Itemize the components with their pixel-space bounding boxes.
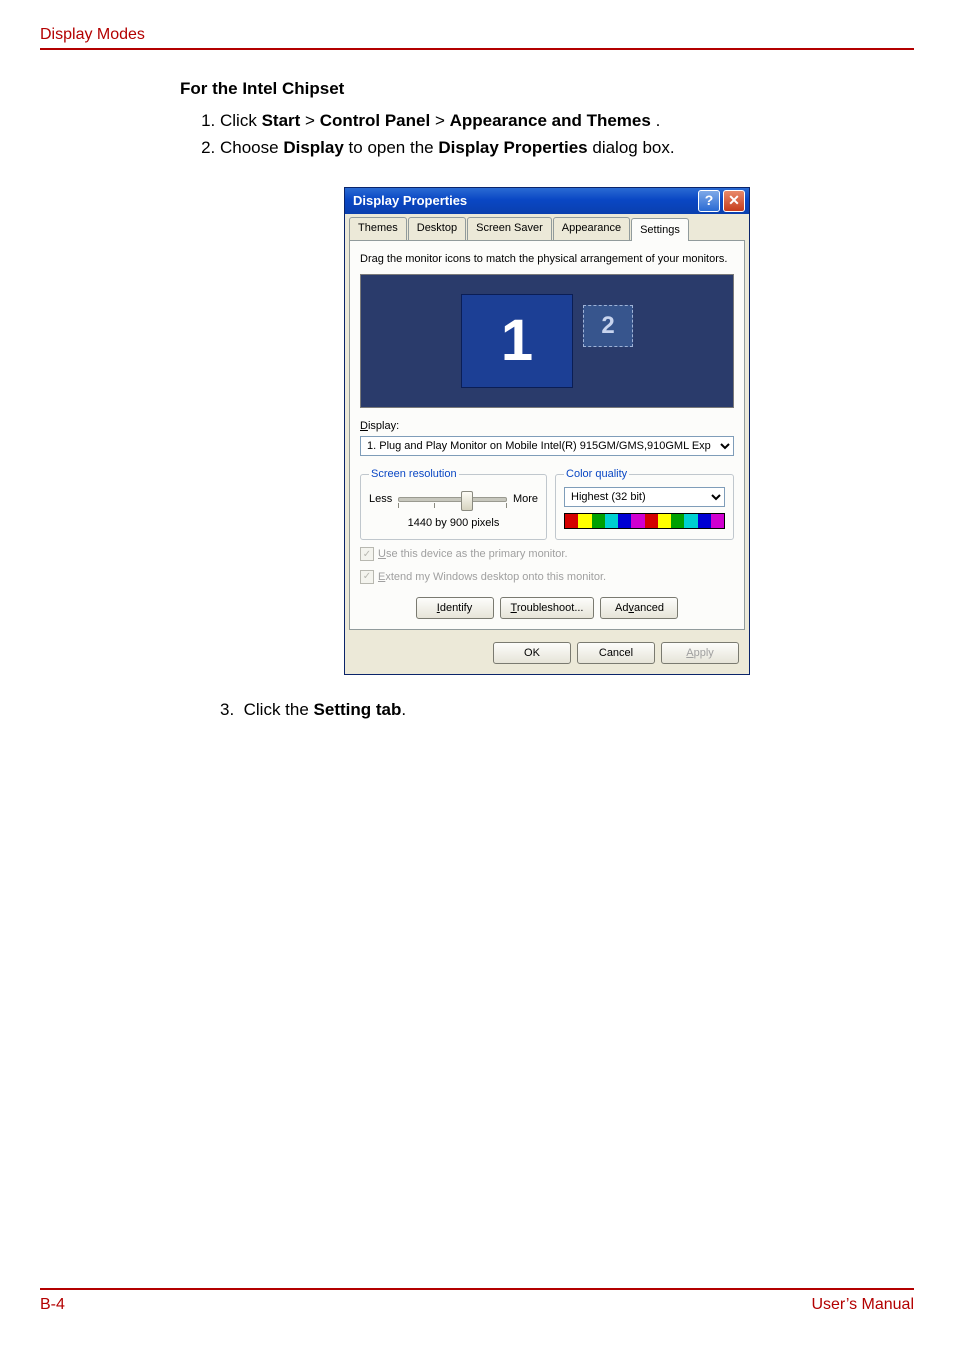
display-label-rest: isplay: bbox=[368, 420, 399, 432]
color-quality-select[interactable]: Highest (32 bit) bbox=[564, 487, 725, 507]
help-icon: ? bbox=[705, 190, 714, 211]
step-1: Click Start > Control Panel > Appearance… bbox=[220, 108, 914, 134]
step2-disp-props: Display Properties bbox=[438, 138, 587, 157]
slider-more-label: More bbox=[513, 491, 538, 508]
section-heading: For the Intel Chipset bbox=[180, 76, 914, 102]
slider-thumb-icon[interactable] bbox=[461, 491, 473, 511]
ok-button[interactable]: OK bbox=[493, 642, 571, 664]
screen-resolution-legend: Screen resolution bbox=[369, 466, 459, 483]
step2-display: Display bbox=[283, 138, 343, 157]
step3-prefix: Click the bbox=[244, 700, 314, 719]
identify-button[interactable]: Identify bbox=[416, 597, 494, 619]
page-footer: B-4 User’s Manual bbox=[40, 1288, 914, 1314]
primary-chk-ul: U bbox=[378, 548, 386, 560]
resolution-slider[interactable] bbox=[398, 489, 507, 511]
adv-rest: anced bbox=[634, 602, 664, 614]
apply-rest: pply bbox=[694, 647, 714, 659]
step2-prefix: Choose bbox=[220, 138, 283, 157]
footer-page-number: B-4 bbox=[40, 1296, 65, 1314]
step1-control-panel: Control Panel bbox=[320, 111, 431, 130]
monitor-2-icon[interactable]: 2 bbox=[583, 305, 633, 347]
display-select[interactable]: 1. Plug and Play Monitor on Mobile Intel… bbox=[360, 436, 734, 456]
extend-chk-rest: xtend my Windows desktop onto this monit… bbox=[385, 571, 606, 583]
step1-start: Start bbox=[262, 111, 301, 130]
step-3: 3. Click the Setting tab. bbox=[220, 697, 914, 723]
footer-manual-label: User’s Manual bbox=[811, 1296, 914, 1314]
cq-legend-rest: olor quality bbox=[574, 468, 627, 480]
close-button[interactable]: ✕ bbox=[723, 190, 745, 212]
dialog-titlebar[interactable]: Display Properties ? ✕ bbox=[345, 188, 749, 214]
step-2: Choose Display to open the Display Prope… bbox=[220, 135, 914, 161]
close-icon: ✕ bbox=[728, 190, 740, 211]
tab-themes[interactable]: Themes bbox=[349, 217, 407, 241]
trouble-rest: roubleshoot... bbox=[517, 602, 584, 614]
step3-suffix: . bbox=[401, 700, 406, 719]
res-legend-rest: creen resolution bbox=[378, 468, 456, 480]
step3-setting-tab: Setting tab bbox=[314, 700, 402, 719]
slider-less-label: Less bbox=[369, 491, 392, 508]
apply-ul: A bbox=[686, 647, 693, 659]
steps-list: Click Start > Control Panel > Appearance… bbox=[180, 108, 914, 161]
color-quality-bar bbox=[564, 513, 725, 529]
cancel-button[interactable]: Cancel bbox=[577, 642, 655, 664]
apply-button: Apply bbox=[661, 642, 739, 664]
step1-prefix: Click bbox=[220, 111, 262, 130]
step1-appearance: Appearance and Themes bbox=[450, 111, 651, 130]
dialog-title: Display Properties bbox=[353, 191, 467, 211]
help-button[interactable]: ? bbox=[698, 190, 720, 212]
resolution-readout: 1440 by 900 pixels bbox=[369, 515, 538, 532]
primary-monitor-checkbox: ✓ bbox=[360, 547, 374, 561]
extend-desktop-checkbox-row: ✓ Extend my Windows desktop onto this mo… bbox=[360, 569, 734, 586]
color-quality-legend: Color quality bbox=[564, 466, 629, 483]
adv-pre: Ad bbox=[615, 602, 628, 614]
step1-sep2: > bbox=[435, 111, 450, 130]
identify-rest: dentify bbox=[440, 602, 472, 614]
drag-hint: Drag the monitor icons to match the phys… bbox=[360, 251, 734, 268]
monitor-1-icon[interactable]: 1 bbox=[461, 294, 573, 388]
step1-suffix: . bbox=[656, 111, 661, 130]
troubleshoot-button[interactable]: Troubleshoot... bbox=[500, 597, 595, 619]
dialog-tabs: Themes Desktop Screen Saver Appearance S… bbox=[345, 214, 749, 241]
display-label: Display: bbox=[360, 418, 734, 435]
monitor-arrangement-area[interactable]: 1 2 bbox=[360, 274, 734, 408]
primary-chk-rest: se this device as the primary monitor. bbox=[386, 548, 568, 560]
tab-screen-saver[interactable]: Screen Saver bbox=[467, 217, 552, 241]
display-properties-dialog: Display Properties ? ✕ Themes Desktop Sc… bbox=[344, 187, 750, 676]
step2-suffix: dialog box. bbox=[592, 138, 674, 157]
cq-legend-ul: C bbox=[566, 468, 574, 480]
step2-mid: to open the bbox=[349, 138, 439, 157]
primary-monitor-checkbox-row: ✓ Use this device as the primary monitor… bbox=[360, 546, 734, 563]
display-label-ul: D bbox=[360, 420, 368, 432]
tab-settings-panel: Drag the monitor icons to match the phys… bbox=[349, 240, 745, 630]
tab-appearance[interactable]: Appearance bbox=[553, 217, 630, 241]
step1-sep1: > bbox=[305, 111, 320, 130]
page-header: Display Modes bbox=[40, 26, 914, 50]
color-quality-group: Color quality Highest (32 bit) bbox=[555, 466, 734, 540]
tab-settings[interactable]: Settings bbox=[631, 218, 689, 242]
advanced-button[interactable]: Advanced bbox=[600, 597, 678, 619]
tab-desktop[interactable]: Desktop bbox=[408, 217, 466, 241]
screen-resolution-group: Screen resolution Less More 1440 by 900 bbox=[360, 466, 547, 540]
extend-desktop-checkbox: ✓ bbox=[360, 570, 374, 584]
